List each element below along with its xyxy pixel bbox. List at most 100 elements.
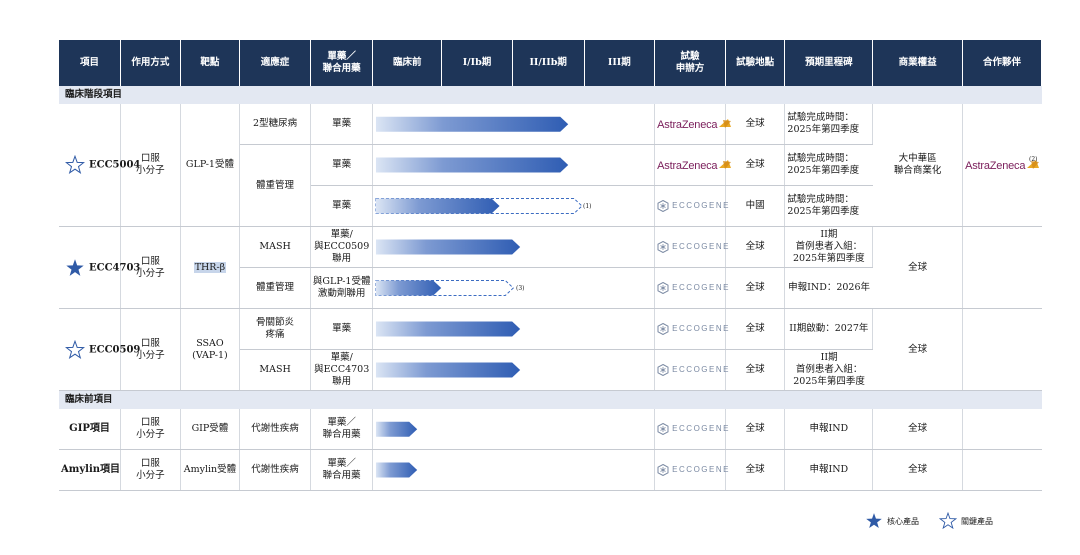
product-name: ECC0509 [89,344,141,355]
header-phase2: II/IIb期 [512,40,585,86]
target-highlight: THR-β [193,261,227,273]
header-milestone: 預期里程碑 [784,40,874,86]
sponsor-cell: ECCOGENE [654,226,728,268]
eccogene-logo: ECCOGENE [657,240,730,254]
eccogene-symbol-icon [657,240,669,254]
astrazeneca-logo: AstraZeneca [657,118,732,131]
location-cell: 全球 [725,449,786,491]
section-clinical: 臨床階段項目 [59,86,1042,104]
section-label: 臨床階段項目 [59,86,1042,104]
progress-cell [372,349,656,391]
eccogene-logo: ECCOGENE [657,322,730,336]
header-phase1: I/Ib期 [441,40,513,86]
partner-cell [962,409,1042,450]
table-row: Amylin項目 口服 小分子 Amylin受體 代謝性疾病 單藥／ 聯合用藥 … [59,449,1042,491]
product-amylin: Amylin項目 [59,449,122,491]
milestone-cell: II期 首例患者入組： 2025年第四季度 [784,349,873,391]
eccogene-symbol-icon [657,281,669,295]
progress-cell [372,144,656,186]
location-cell: 全球 [725,349,786,391]
eccogene-symbol-icon [657,363,669,377]
star-filled-icon [66,258,84,276]
header-indication: 適應症 [239,40,311,86]
partner-cell [962,226,1042,309]
therapy-cell: 單藥/ 與ECC0509 聯用 [310,226,374,268]
header-partner: 合作夥伴 [962,40,1042,86]
therapy-cell: 與GLP-1受體 激動劑聯用 [310,267,374,309]
sponsor-cell: ECCOGENE [654,308,728,350]
astrazeneca-symbol-icon [719,118,732,128]
progress-cell [372,409,656,450]
header-target: 靶點 [180,40,241,86]
therapy-cell: 單藥 [310,104,374,145]
star-outline-icon [65,339,85,359]
product-ecc5004: ECC5004 [59,104,140,227]
eccogene-symbol-icon [657,422,669,436]
therapy-cell: 單藥／ 聯合用藥 [310,449,374,491]
location-cell: 全球 [725,226,786,268]
milestone-cell: 申報IND：2026年 [784,267,873,309]
partner-cell [962,449,1042,491]
product-ecc0509: ECC0509 [59,308,140,391]
table-row: ECC4703 口服 小分子 THR-β MASH 單藥/ 與ECC0509 聯… [59,226,1042,309]
eccogene-symbol-icon [657,463,669,477]
partner-cell [962,308,1042,391]
star-outline-icon [939,512,957,530]
therapy-cell: 單藥 [310,185,374,227]
therapy-cell: 單藥 [310,144,374,186]
commercial-cell: 全球 [872,409,964,450]
header-mechanism: 作用方式 [120,40,181,86]
eccogene-symbol-icon [657,199,669,213]
milestone-cell: 試驗完成時間： 2025年第四季度 [784,104,874,145]
sponsor-cell: ECCOGENE [654,349,728,391]
indication-cell: MASH [239,349,311,391]
therapy-cell: 單藥/ 與ECC4703 聯用 [310,349,374,391]
milestone-cell: 申報IND [784,449,874,491]
progress-cell [372,226,656,268]
target-cell: Amylin受體 [180,449,241,491]
header-location: 試驗地點 [725,40,786,86]
indication-cell: 2型糖尿病 [239,104,311,145]
location-cell: 全球 [725,144,786,186]
commercial-cell: 全球 [872,449,964,491]
milestone-cell: II期啟動：2027年 [784,308,874,350]
footnote-marker: (2) [1029,156,1038,163]
progress-cell [372,449,656,491]
sponsor-cell: AstraZeneca [654,104,732,145]
indication-cell: 代謝性疾病 [239,409,311,450]
eccogene-logo: ECCOGENE [657,281,730,295]
product-ecc4703: ECC4703 [59,226,140,309]
sponsor-cell: ECCOGENE [654,185,728,227]
commercial-cell: 全球 [872,226,964,309]
sponsor-cell: ECCOGENE [654,267,728,309]
milestone-cell: 申報IND [784,409,874,450]
table-row: ECC5004 口服 小分子 GLP-1受體 2型糖尿病 單藥 AstraZen… [59,104,1042,227]
legend-core-label: 核心產品 [887,516,919,526]
progress-cell [372,104,656,145]
legend-core: 核心產品 [865,512,919,530]
indication-cell: 代謝性疾病 [239,449,311,491]
header-sponsor: 試驗 申辦方 [654,40,726,86]
table-row: GIP項目 口服 小分子 GIP受體 代謝性疾病 單藥／ 聯合用藥 ECCOGE… [59,409,1042,450]
indication-cell: MASH [239,226,311,268]
sponsor-cell: ECCOGENE [654,409,728,450]
milestone-cell: 試驗完成時間： 2025年第四季度 [784,144,873,186]
product-gip: GIP項目 [59,409,122,450]
header-row: 項目 作用方式 靶點 適應症 單藥／ 聯合用藥 臨床前 I/Ib期 II/IIb… [59,40,1042,86]
footnote-marker: (1) [583,203,592,210]
product-name: ECC5004 [89,159,141,171]
therapy-cell: 單藥 [310,308,374,350]
mechanism-cell: 口服 小分子 [120,449,181,491]
table-row: ECC0509 口服 小分子 SSAO (VAP-1) 骨關節炎 疼痛 單藥 E… [59,308,1042,391]
astrazeneca-symbol-icon [719,159,732,169]
milestone-cell: 試驗完成時間： 2025年第四季度 [784,185,873,227]
location-cell: 中國 [725,185,786,227]
milestone-cell: II期 首例患者入組： 2025年第四季度 [784,226,874,268]
section-label: 臨床前項目 [59,390,1042,409]
progress-cell [372,308,656,350]
header-commercial: 商業權益 [872,40,964,86]
eccogene-symbol-icon [657,322,669,336]
legend-key-label: 關鍵產品 [961,516,993,526]
header-phase3: III期 [584,40,656,86]
pipeline-table: 項目 作用方式 靶點 適應症 單藥／ 聯合用藥 臨床前 I/Ib期 II/IIb… [59,40,1042,491]
